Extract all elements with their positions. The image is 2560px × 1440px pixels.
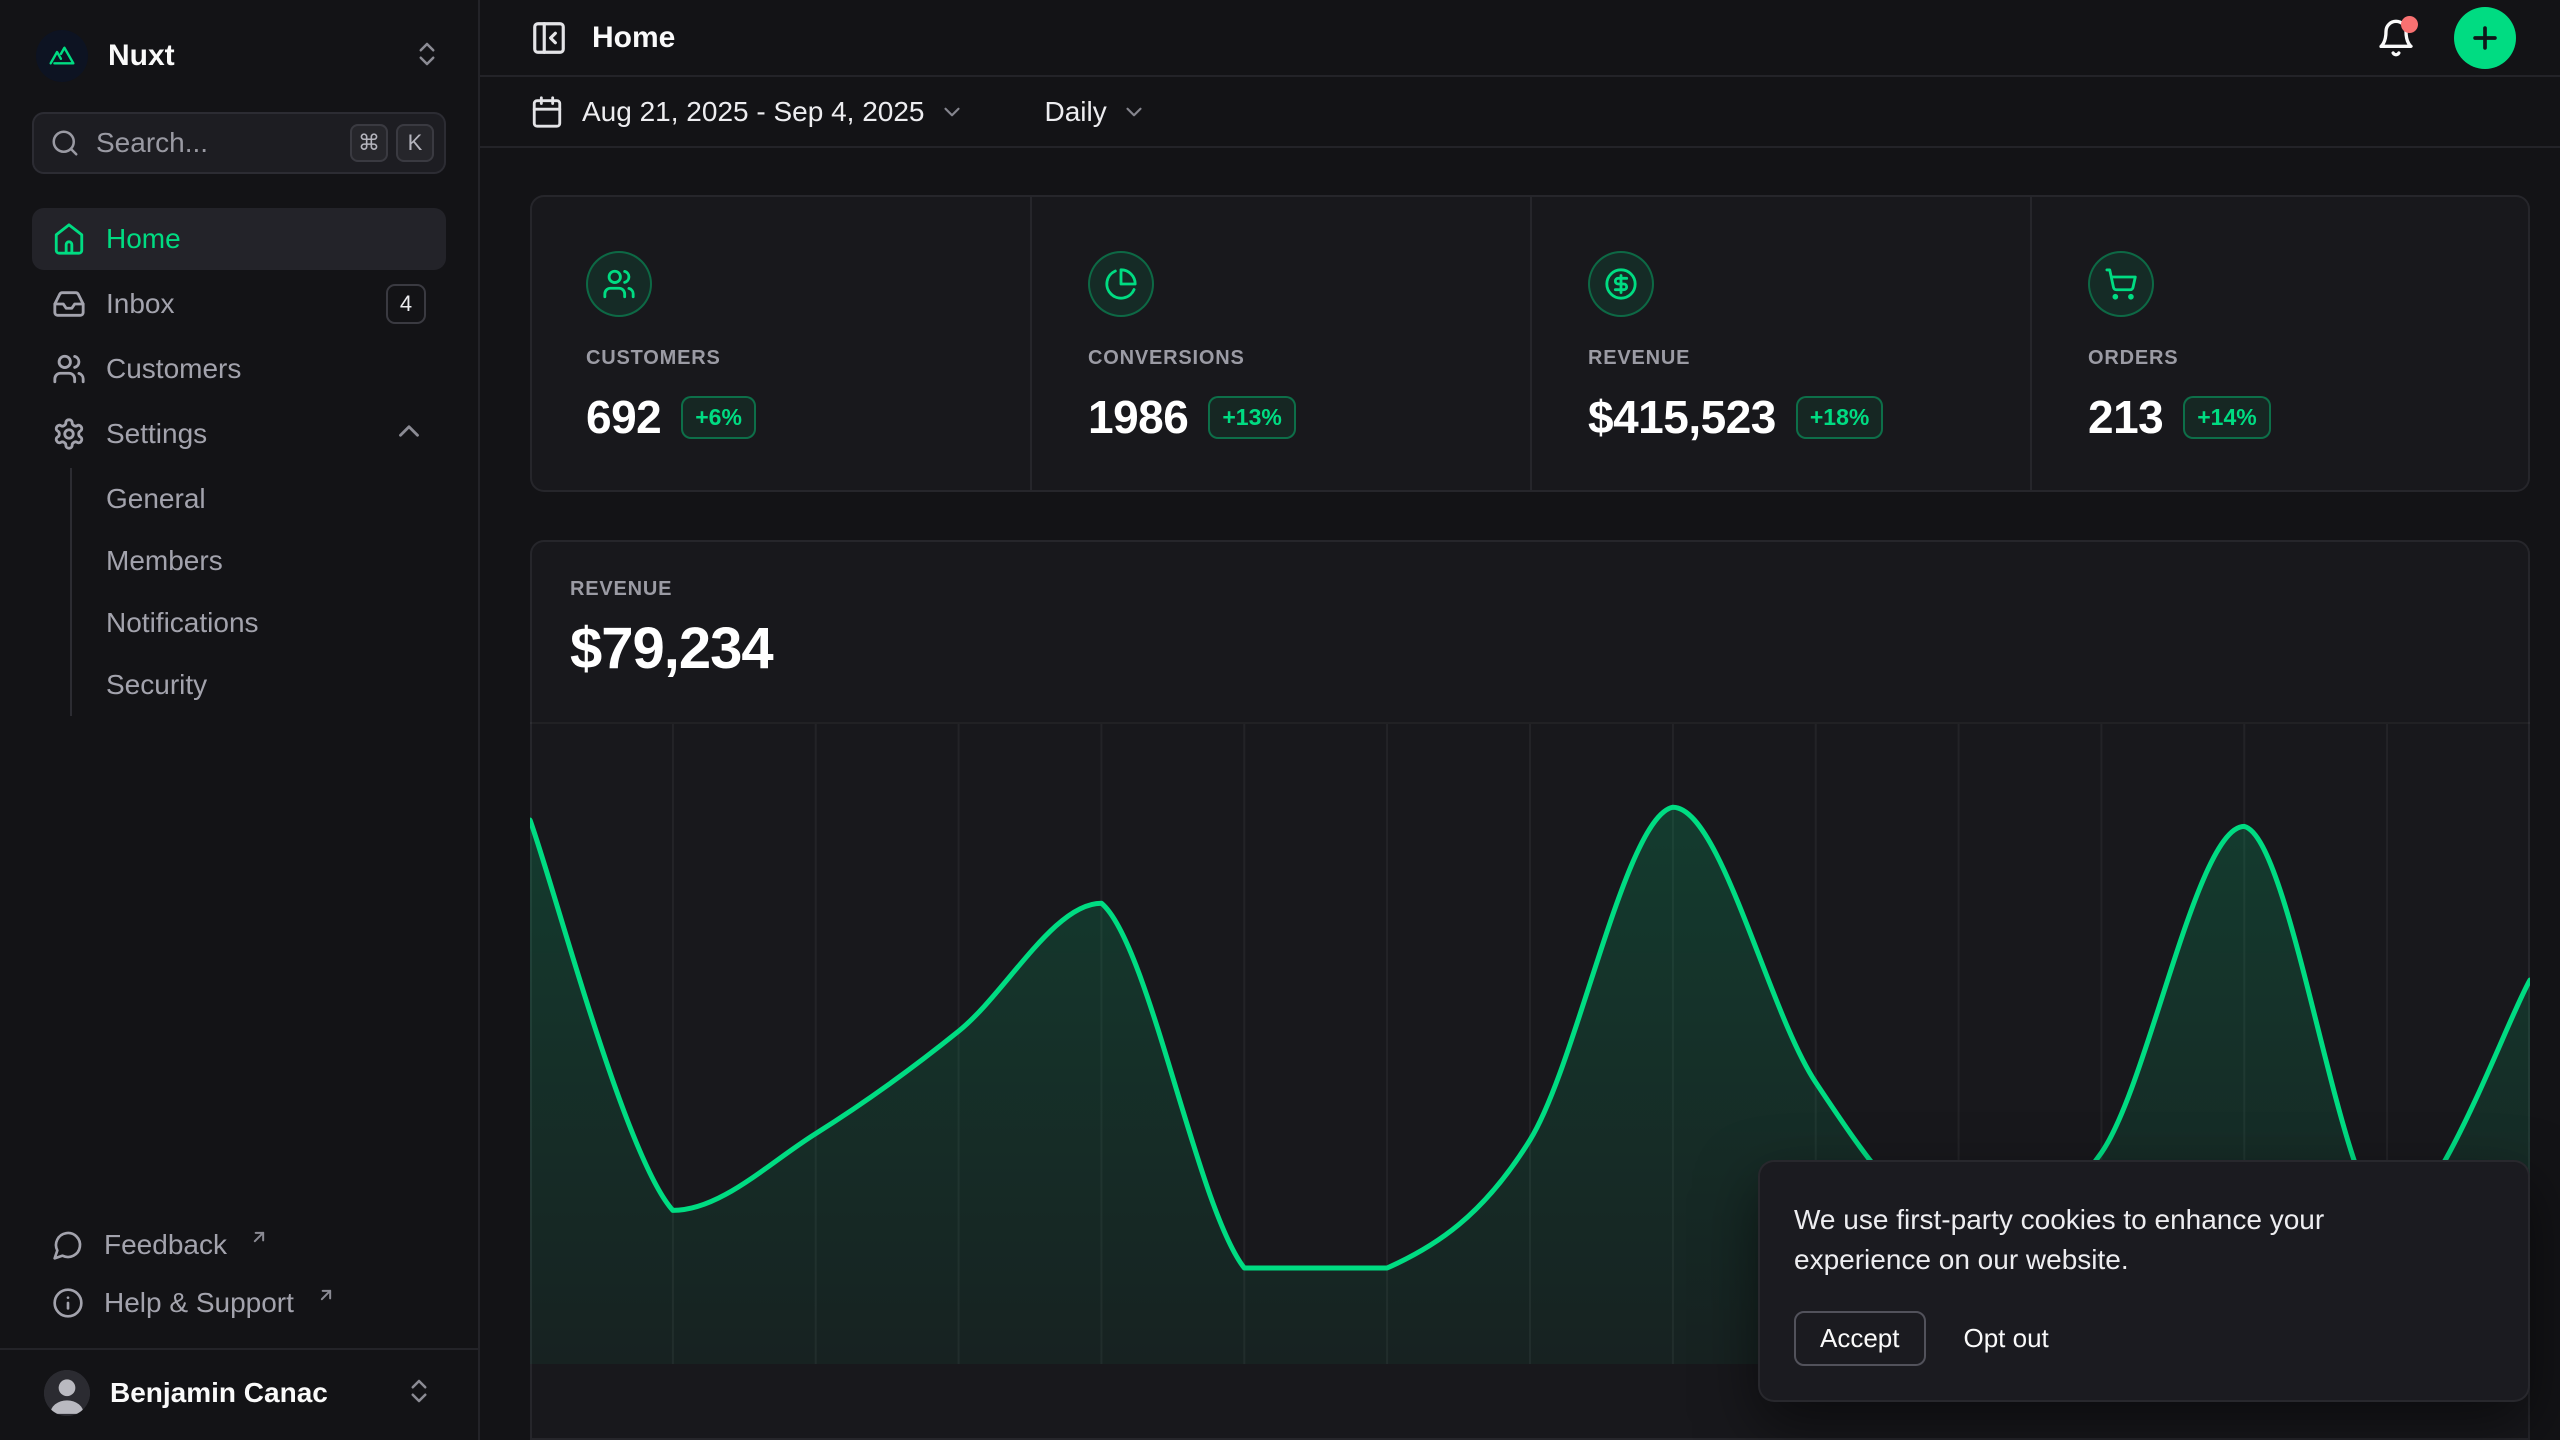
help-support-link[interactable]: Help & Support (32, 1274, 446, 1332)
stat-delta-badge: +18% (1796, 396, 1883, 439)
gear-icon (52, 417, 86, 451)
stat-delta-badge: +6% (681, 396, 756, 439)
home-icon (52, 222, 86, 256)
stat-orders: ORDERS 213 +14% (2030, 195, 2530, 492)
opt-out-button[interactable]: Opt out (1964, 1323, 2049, 1354)
stat-label: CONVERSIONS (1088, 347, 1490, 370)
filters-bar: Aug 21, 2025 - Sep 4, 2025 Daily (480, 77, 2560, 148)
chevrons-up-down-icon (412, 39, 442, 74)
kbd-k: K (396, 124, 434, 162)
feedback-label: Feedback (104, 1229, 227, 1261)
sidebar: Nuxt Search... ⌘ K Home Inbox 4 (0, 0, 480, 1440)
sidebar-item-label: Inbox (106, 288, 175, 320)
sub-item-label: Notifications (106, 607, 259, 639)
page-header: Home (480, 0, 2560, 77)
kbd-meta: ⌘ (350, 124, 388, 162)
circle-dollar-icon (1588, 251, 1654, 317)
date-range-value: Aug 21, 2025 - Sep 4, 2025 (582, 96, 925, 128)
search-input[interactable]: Search... ⌘ K (32, 112, 446, 174)
cookie-message: We use first-party cookies to enhance yo… (1794, 1200, 2454, 1281)
info-circle-icon (52, 1287, 84, 1319)
sub-item-label: Security (106, 669, 207, 701)
team-selector[interactable]: Nuxt (32, 26, 446, 86)
chevron-down-icon (1121, 99, 1147, 125)
sidebar-item-label: Settings (106, 418, 207, 450)
search-kbd-hints: ⌘ K (350, 124, 434, 162)
sub-item-label: General (106, 483, 206, 515)
notifications-button[interactable] (2376, 18, 2416, 58)
chevron-down-icon (939, 99, 965, 125)
stat-customers: CUSTOMERS 692 +6% (530, 195, 1030, 492)
stat-label: ORDERS (2088, 347, 2490, 370)
feedback-link[interactable]: Feedback (32, 1216, 446, 1274)
message-bubble-icon (52, 1229, 84, 1261)
granularity-value: Daily (1045, 96, 1107, 128)
external-link-icon (249, 1227, 269, 1247)
inbox-icon (52, 287, 86, 321)
stat-value: 213 (2088, 390, 2163, 444)
calendar-icon (530, 95, 564, 129)
sidebar-item-notifications[interactable]: Notifications (72, 592, 446, 654)
team-name: Nuxt (108, 39, 175, 73)
stat-revenue: REVENUE $415,523 +18% (1530, 195, 2030, 492)
plus-icon (2468, 21, 2502, 55)
sidebar-nav: Home Inbox 4 Customers Settings General (32, 208, 446, 716)
search-placeholder: Search... (96, 127, 334, 159)
users-icon (586, 251, 652, 317)
chevrons-up-down-icon (404, 1376, 434, 1411)
settings-subnav: General Members Notifications Security (70, 468, 446, 716)
sidebar-item-label: Home (106, 223, 181, 255)
user-menu[interactable]: Benjamin Canac (32, 1350, 446, 1424)
stat-label: REVENUE (1588, 347, 1990, 370)
inbox-count-badge: 4 (386, 284, 426, 324)
sidebar-item-label: Customers (106, 353, 241, 385)
revenue-chart-label: REVENUE (570, 578, 2490, 601)
revenue-chart-value: $79,234 (570, 615, 2490, 682)
help-support-label: Help & Support (104, 1287, 294, 1319)
pie-chart-icon (1088, 251, 1154, 317)
user-name: Benjamin Canac (110, 1377, 328, 1409)
external-link-icon (316, 1285, 336, 1305)
sidebar-item-general[interactable]: General (72, 468, 446, 530)
sidebar-item-customers[interactable]: Customers (32, 338, 446, 400)
add-button[interactable] (2454, 7, 2516, 69)
search-icon (50, 128, 80, 158)
sidebar-item-members[interactable]: Members (72, 530, 446, 592)
nuxt-logo-icon (36, 30, 88, 82)
stats-card: CUSTOMERS 692 +6% CONVERSIONS 1986 +13% (530, 195, 2530, 492)
user-avatar (44, 1370, 90, 1416)
stat-delta-badge: +13% (1208, 396, 1295, 439)
page-title: Home (592, 21, 675, 55)
notification-dot (2401, 16, 2418, 33)
sidebar-item-inbox[interactable]: Inbox 4 (32, 273, 446, 335)
chevron-up-icon (392, 414, 426, 455)
stat-value: $415,523 (1588, 390, 1776, 444)
sidebar-item-settings[interactable]: Settings (32, 403, 446, 465)
stat-label: CUSTOMERS (586, 347, 990, 370)
stat-value: 692 (586, 390, 661, 444)
granularity-select[interactable]: Daily (1045, 96, 1147, 128)
users-icon (52, 352, 86, 386)
collapse-sidebar-button[interactable] (530, 19, 568, 57)
accept-button[interactable]: Accept (1794, 1311, 1926, 1366)
shopping-cart-icon (2088, 251, 2154, 317)
stat-conversions: CONVERSIONS 1986 +13% (1030, 195, 1530, 492)
stat-value: 1986 (1088, 390, 1188, 444)
stat-delta-badge: +14% (2183, 396, 2270, 439)
date-range-picker[interactable]: Aug 21, 2025 - Sep 4, 2025 (582, 96, 965, 128)
sidebar-item-home[interactable]: Home (32, 208, 446, 270)
sidebar-item-security[interactable]: Security (72, 654, 446, 716)
cookie-banner: We use first-party cookies to enhance yo… (1758, 1160, 2530, 1402)
sub-item-label: Members (106, 545, 223, 577)
